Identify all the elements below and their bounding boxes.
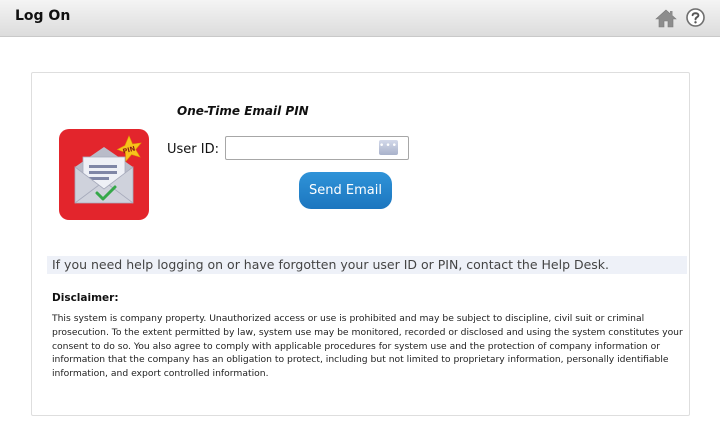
disclaimer-text: This system is company property. Unautho… xyxy=(52,313,683,380)
page-title: Log On xyxy=(15,8,71,24)
userid-label: User ID: xyxy=(167,142,219,157)
help-band: If you need help logging on or have forg… xyxy=(47,256,687,274)
help-icon[interactable] xyxy=(686,8,705,27)
help-text: If you need help logging on or have forg… xyxy=(52,257,610,272)
home-icon[interactable] xyxy=(655,8,677,28)
disclaimer-heading: Disclaimer: xyxy=(52,292,119,304)
key-icon[interactable]: ••• xyxy=(379,140,398,155)
logon-panel: PIN One-Time Email PIN User ID: ••• Send… xyxy=(31,72,690,416)
send-email-button[interactable]: Send Email xyxy=(299,172,392,209)
envelope-pin-icon: PIN xyxy=(59,129,149,220)
top-bar: Log On xyxy=(0,0,720,37)
form-heading: One-Time Email PIN xyxy=(177,104,309,118)
